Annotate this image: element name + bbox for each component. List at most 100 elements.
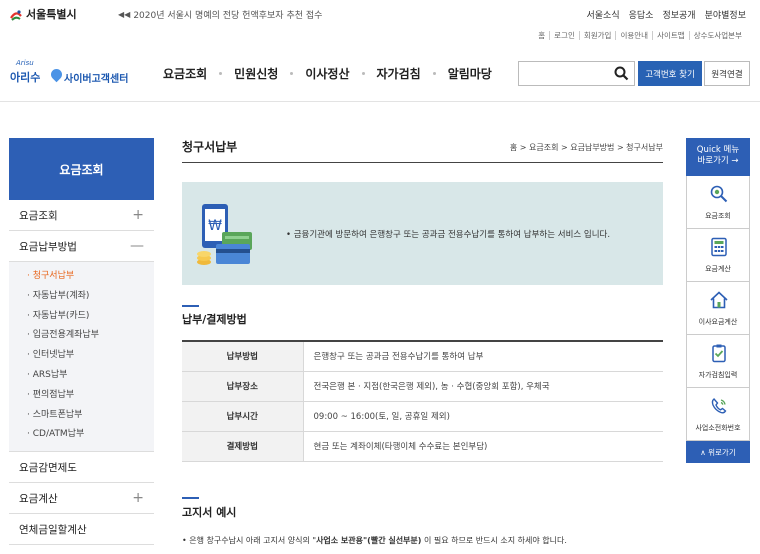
table-header-cell: 납부방법 xyxy=(182,341,304,372)
notice-ticker[interactable]: ◀◀ 2020년 서울시 명예의 전당 헌액후보자 추천 접수 xyxy=(118,8,322,21)
table-header-cell: 납부장소 xyxy=(182,371,304,402)
quick-label: 자가검침입력 xyxy=(698,371,738,379)
quick-label: 이사요금계산 xyxy=(698,318,738,326)
lnb-item-payment-methods[interactable]: 요금납부방법 — xyxy=(9,231,154,262)
top-link-eungdapso[interactable]: 응답소 xyxy=(629,8,654,21)
note-emphasis: 사업소 보관용"(빨간 실선부분) xyxy=(316,536,422,545)
gnb-fee-inquiry[interactable]: 요금조회 xyxy=(163,65,207,82)
section-accent xyxy=(182,497,199,499)
expand-icon: + xyxy=(132,207,144,223)
table-cell: 현금 또는 계좌이체(타행이체 수수료는 본인부담) xyxy=(303,431,663,462)
search-box xyxy=(518,61,635,86)
quick-self-reading[interactable]: 자가검침입력 xyxy=(686,335,750,388)
table-row: 납부방법 은행창구 또는 공과금 전용수납기를 통하여 납부 xyxy=(182,341,663,372)
water-drop-icon xyxy=(48,66,65,83)
remote-connect-button[interactable]: 원격연결 xyxy=(704,61,750,86)
quick-move-calc[interactable]: 이사요금계산 xyxy=(686,282,750,335)
lnb-item-label: 요금계산 xyxy=(19,492,58,505)
top-links: 서울소식 응답소 정보공개 분야별정보 xyxy=(587,8,747,21)
quick-menu-header: Quick 메뉴 바로가기 → xyxy=(686,138,750,176)
util-join[interactable]: 회원가입 xyxy=(578,31,616,40)
calculator-icon xyxy=(711,237,727,257)
table-cell: 09:00 ~ 16:00(토, 일, 공휴일 제외) xyxy=(303,401,663,432)
seoul-logo[interactable]: 서울특별시 xyxy=(9,6,77,22)
section-title-bill-example: 고지서 예시 xyxy=(182,506,237,519)
quick-fee-inquiry[interactable]: 요금조회 xyxy=(686,176,750,229)
search-icon[interactable] xyxy=(614,66,629,81)
lnb-sub-smartphone[interactable]: · 스마트폰납부 xyxy=(9,406,154,426)
gnb-civil-request[interactable]: 민원신청 xyxy=(234,65,278,82)
collapse-icon: — xyxy=(130,238,144,254)
top-link-info[interactable]: 정보공개 xyxy=(662,8,695,21)
util-guide[interactable]: 이용안내 xyxy=(615,31,652,40)
brand-center: 사이버고객센터 xyxy=(64,74,129,85)
lnb-item-fee-calc[interactable]: 요금계산 + xyxy=(9,483,154,515)
util-waterworks[interactable]: 상수도사업본부 xyxy=(688,31,746,40)
lnb-item-late-fee-calc[interactable]: 연체금일할계산 xyxy=(9,514,154,546)
util-login[interactable]: 로그인 xyxy=(549,31,579,40)
lnb-submenu: · 청구서납부 · 자동납부(계좌) · 자동납부(카드) · 입금전용계좌납부… xyxy=(9,262,154,453)
quick-menu: Quick 메뉴 바로가기 → 요금조회 요금계산 이사요금계산 자가검침입력 … xyxy=(686,138,750,463)
gnb-separator xyxy=(290,72,294,75)
brand-arisu: 아리수 xyxy=(10,71,41,84)
quick-menu-title: Quick 메뉴 xyxy=(696,145,740,155)
seoul-mark-icon xyxy=(9,7,23,21)
gnb-notice[interactable]: 알림마당 xyxy=(448,65,492,82)
table-header-cell: 결제방법 xyxy=(182,431,304,462)
lnb-sub-bill-payment[interactable]: · 청구서납부 xyxy=(9,267,154,287)
table-row: 납부장소 전국은행 본 · 지점(한국은행 제외), 농 · 수협(중앙회 포함… xyxy=(182,371,663,402)
seoul-logo-text: 서울특별시 xyxy=(26,8,77,21)
lnb-sub-deposit-account[interactable]: · 입금전용계좌납부 xyxy=(9,326,154,346)
lnb-item-label: 요금납부방법 xyxy=(19,240,77,253)
breadcrumb: 홈 > 요금조회 > 요금납부방법 > 청구서납부 xyxy=(509,143,663,152)
global-nav: 요금조회 민원신청 이사정산 자가검침 알림마당 xyxy=(163,65,492,82)
phone-icon xyxy=(711,398,727,414)
gnb-self-reading[interactable]: 자가검침 xyxy=(377,65,421,82)
lnb-sub-convenience-store[interactable]: · 편의점납부 xyxy=(9,386,154,406)
table-header-cell: 납부시간 xyxy=(182,401,304,432)
lnb-item-label: 요금조회 xyxy=(19,209,58,222)
left-nav: 요금조회 요금조회 + 요금납부방법 — · 청구서납부 · 자동납부(계좌) … xyxy=(9,138,154,546)
intro-text: • 금융기관에 방문하여 은행창구 또는 공과금 전용수납기를 통하여 납부하는… xyxy=(286,230,611,240)
top-link-seoul-news[interactable]: 서울소식 xyxy=(587,8,620,21)
lnb-item-fee-reduction[interactable]: 요금감면제도 xyxy=(9,452,154,484)
expand-icon: + xyxy=(132,490,144,507)
table-cell: 전국은행 본 · 지점(한국은행 제외), 농 · 수협(중앙회 포함), 우체… xyxy=(303,371,663,402)
quick-fee-calc[interactable]: 요금계산 xyxy=(686,229,750,282)
util-home[interactable]: 홈 xyxy=(534,31,549,40)
utility-bar: 홈 로그인 회원가입 이용안내 사이트맵 상수도사업본부 xyxy=(0,28,760,46)
top-bar: 서울특별시 ◀◀ 2020년 서울시 명예의 전당 헌액후보자 추천 접수 서울… xyxy=(0,0,760,28)
lnb-sub-internet[interactable]: · 인터넷납부 xyxy=(9,346,154,366)
table-row: 결제방법 현금 또는 계좌이체(타행이체 수수료는 본인부담) xyxy=(182,431,663,462)
house-icon xyxy=(710,291,728,309)
section-title-payment: 납부/결제방법 xyxy=(182,313,247,326)
payment-table: 납부방법 은행창구 또는 공과금 전용수납기를 통하여 납부 납부장소 전국은행… xyxy=(182,340,663,462)
lnb-item-fee-inquiry[interactable]: 요금조회 + xyxy=(9,200,154,231)
top-link-fields[interactable]: 분야별정보 xyxy=(705,8,746,21)
gnb-separator xyxy=(219,72,223,75)
payment-illustration-icon: ₩ xyxy=(196,202,260,268)
magnifier-icon xyxy=(710,185,728,203)
notice-text: 2020년 서울시 명예의 전당 헌액후보자 추천 접수 xyxy=(133,11,323,21)
left-nav-title: 요금조회 xyxy=(9,138,154,200)
svg-text:₩: ₩ xyxy=(208,218,222,234)
header: Arisu 아리수 사이버고객센터 요금조회 민원신청 이사정산 자가검침 알림… xyxy=(0,46,760,102)
find-customer-number-button[interactable]: 고객번호 찾기 xyxy=(638,61,702,86)
quick-office-phone[interactable]: 사업소전화번호 xyxy=(686,388,750,441)
utility-links: 홈 로그인 회원가입 이용안내 사이트맵 상수도사업본부 xyxy=(534,31,746,40)
clipboard-icon xyxy=(712,344,726,363)
table-row: 납부시간 09:00 ~ 16:00(토, 일, 공휴일 제외) xyxy=(182,401,663,432)
intro-box: ₩ • 금융기관에 방문하여 은행창구 또는 공과금 전용수납기를 통하여 납부… xyxy=(182,182,663,285)
scroll-top-button[interactable]: ∧ 위로가기 xyxy=(686,441,750,463)
lnb-sub-auto-account[interactable]: · 자동납부(계좌) xyxy=(9,287,154,307)
gnb-separator xyxy=(361,72,365,75)
lnb-sub-ars[interactable]: · ARS납부 xyxy=(9,366,154,386)
title-divider xyxy=(182,162,663,163)
lnb-sub-cd-atm[interactable]: · CD/ATM납부 xyxy=(9,425,154,445)
arisu-logo[interactable]: Arisu 아리수 사이버고객센터 xyxy=(10,59,140,89)
gnb-move-settlement[interactable]: 이사정산 xyxy=(305,65,349,82)
util-sitemap[interactable]: 사이트맵 xyxy=(652,31,689,40)
speaker-icon: ◀◀ xyxy=(118,10,131,19)
search-input[interactable] xyxy=(519,62,611,86)
lnb-sub-auto-card[interactable]: · 자동납부(카드) xyxy=(9,307,154,327)
